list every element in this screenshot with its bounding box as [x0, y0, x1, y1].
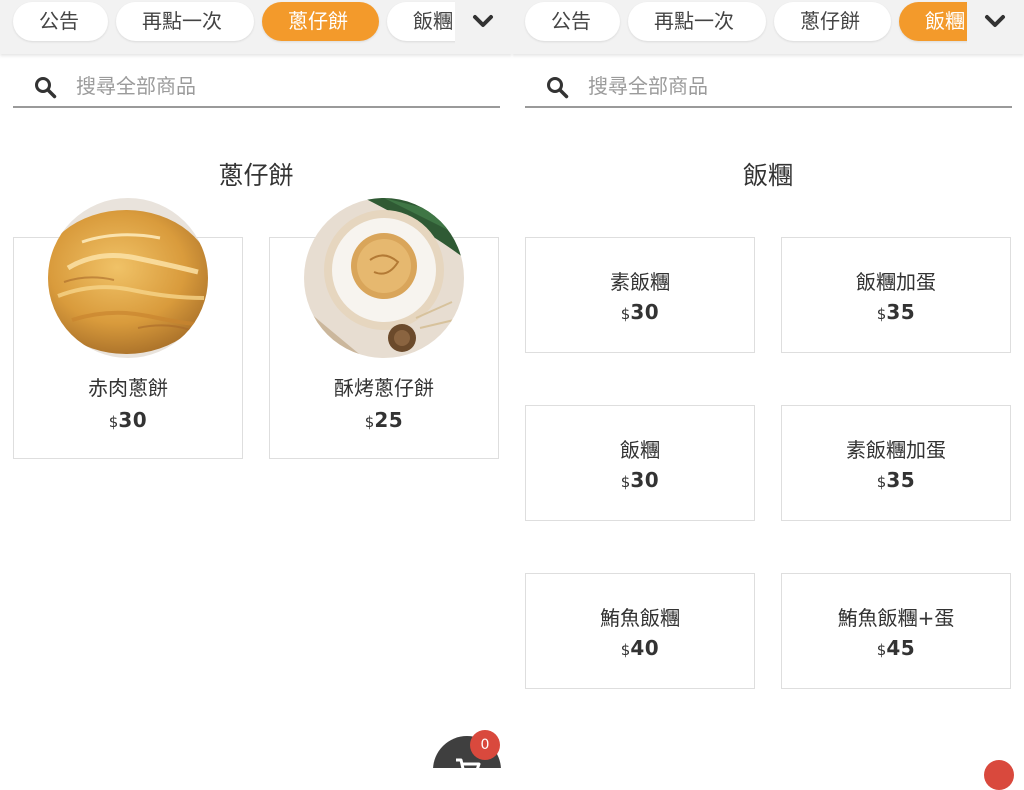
product-name: 素飯糰: [610, 270, 670, 294]
product-price: $25: [270, 408, 498, 432]
tab-announcement[interactable]: 公告: [525, 2, 620, 41]
product-card[interactable]: 飯糰 $30: [525, 405, 755, 521]
product-card[interactable]: 飯糰加蛋 $35: [781, 237, 1011, 353]
currency-symbol: $: [620, 305, 631, 323]
search-input[interactable]: [76, 70, 476, 102]
product-price: $35: [782, 468, 1010, 492]
currency-symbol: $: [620, 473, 631, 491]
tab-scallion-pancake[interactable]: 蔥仔餅: [262, 2, 379, 41]
product-name: 鮪魚飯糰+蛋: [837, 606, 955, 630]
currency-symbol: $: [108, 413, 119, 431]
product-card[interactable]: 鮪魚飯糰 $40: [525, 573, 755, 689]
currency-symbol: $: [876, 473, 887, 491]
section-title: 飯糰: [742, 161, 793, 190]
product-name: 赤肉蔥餅: [88, 376, 168, 400]
tab-strip[interactable]: 公告 再點一次 蔥仔餅 飯糰: [512, 0, 967, 54]
price-value: 30: [630, 468, 660, 492]
product-price: $30: [14, 408, 242, 432]
category-tabbar: 公告 再點一次 蔥仔餅 飯糰: [512, 0, 1024, 54]
product-price: $30: [526, 300, 754, 324]
price-value: 30: [630, 300, 660, 324]
currency-symbol: $: [876, 305, 887, 323]
cart-count-badge: 0: [470, 730, 500, 760]
price-value: 30: [118, 408, 148, 432]
price-value: 25: [374, 408, 404, 432]
currency-symbol: $: [620, 641, 631, 659]
product-card[interactable]: 素飯糰加蛋 $35: [781, 405, 1011, 521]
tab-announcement[interactable]: 公告: [13, 2, 108, 41]
currency-symbol: $: [876, 641, 887, 659]
product-name: 素飯糰加蛋: [846, 438, 946, 462]
search-bar: [525, 62, 1012, 108]
search-input[interactable]: [588, 70, 988, 102]
cart-count-badge-partial: [984, 760, 1014, 790]
tab-rice-ball[interactable]: 飯糰: [387, 2, 455, 41]
product-name: 飯糰: [620, 438, 660, 462]
section-title: 蔥仔餅: [218, 161, 294, 190]
product-card[interactable]: 素飯糰 $30: [525, 237, 755, 353]
tab-rice-ball[interactable]: 飯糰: [899, 2, 967, 41]
price-value: 35: [886, 300, 916, 324]
category-tabbar: 公告 再點一次 蔥仔餅 飯糰: [0, 0, 512, 54]
tab-strip[interactable]: 公告 再點一次 蔥仔餅 飯糰: [0, 0, 455, 54]
product-name: 鮪魚飯糰: [600, 606, 680, 630]
price-value: 35: [886, 468, 916, 492]
price-value: 40: [630, 636, 660, 660]
product-price: $35: [782, 300, 1010, 324]
tab-scallion-pancake[interactable]: 蔥仔餅: [774, 2, 891, 41]
price-value: 45: [886, 636, 916, 660]
product-name: 酥烤蔥仔餅: [334, 376, 434, 400]
crispy-pancake-photo[interactable]: [304, 198, 464, 358]
chevron-down-icon[interactable]: [466, 8, 500, 36]
product-price: $30: [526, 468, 754, 492]
search-icon[interactable]: [545, 75, 569, 99]
tab-order-again[interactable]: 再點一次: [116, 2, 254, 41]
product-price: $45: [782, 636, 1010, 660]
chevron-down-icon[interactable]: [978, 8, 1012, 36]
tab-order-again[interactable]: 再點一次: [628, 2, 766, 41]
left-screen: 公告 再點一次 蔥仔餅 飯糰 蔥仔餅 赤肉蔥餅 $30 酥烤蔥仔餅 $25: [0, 0, 512, 768]
currency-symbol: $: [364, 413, 375, 431]
scallion-pancake-photo[interactable]: [48, 198, 208, 358]
right-screen: 公告 再點一次 蔥仔餅 飯糰 飯糰 素飯糰 $30 飯糰加蛋 $35 飯糰 $3…: [512, 0, 1024, 768]
product-name: 飯糰加蛋: [856, 270, 936, 294]
product-card[interactable]: 鮪魚飯糰+蛋 $45: [781, 573, 1011, 689]
search-icon[interactable]: [33, 75, 57, 99]
search-bar: [13, 62, 500, 108]
product-price: $40: [526, 636, 754, 660]
